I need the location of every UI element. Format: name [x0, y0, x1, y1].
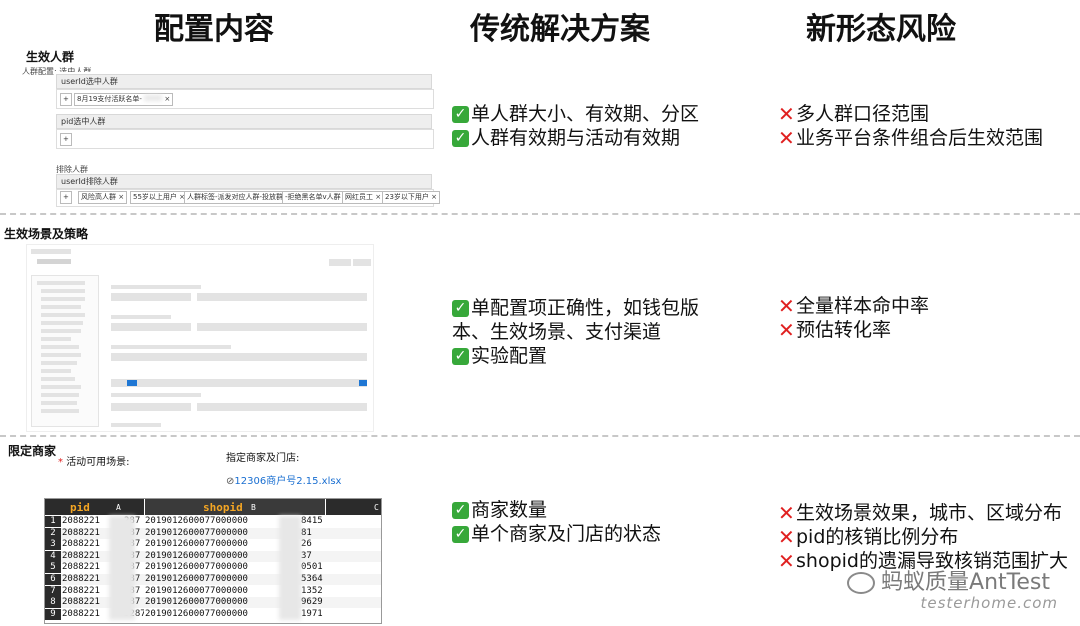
add-exclude-button[interactable]: +	[60, 191, 72, 204]
list-item: ✕ 全量样本命中率	[778, 294, 930, 318]
wechat-icon	[847, 572, 876, 594]
cross-icon: ✕	[778, 318, 795, 342]
check-icon: ✓	[452, 299, 469, 317]
table-row: 5208822128720190126000770000000501	[45, 562, 381, 574]
list-item: ✓ 人群有效期与活动有效期	[452, 126, 699, 150]
table-row: 22088221287201901260007700000081	[45, 527, 381, 539]
header-new-risk: 新形态风险	[806, 12, 956, 47]
row-number: 1	[45, 516, 61, 527]
watermark-site: testerhome.com	[920, 594, 1058, 612]
pid-select-box[interactable]	[56, 129, 434, 149]
cross-icon: ✕	[778, 501, 795, 525]
sheet-col-c-header: C	[326, 499, 381, 515]
cross-icon: ✕	[778, 126, 795, 150]
section3-risk-list: ✕ 生效场景效果，城市、区域分布 ✕ pid的核销比例分布 ✕ shopid的遗漏导致…	[778, 501, 1068, 573]
merchant-spreadsheet: pid A shopid B C 12088221287201901260007…	[44, 498, 382, 624]
section1-title: 生效人群	[26, 50, 75, 64]
cross-icon: ✕	[778, 549, 795, 573]
row-number: 2	[45, 527, 61, 539]
check-icon: ✓	[452, 501, 469, 519]
redaction-a	[109, 516, 135, 620]
list-item: 本、生效场景、支付渠道	[452, 321, 662, 343]
section3-title: 限定商家	[8, 444, 57, 458]
userid-tag-redacted	[144, 95, 163, 101]
table-row: 7208822128720190126000770000001352	[45, 585, 381, 597]
row-number: 9	[45, 608, 61, 620]
section2-risk-list: ✕ 全量样本命中率 ✕ 预估转化率	[778, 294, 929, 342]
exclude-tag-3[interactable]: 人群标签-派发对应人群-投放群 ×	[184, 191, 295, 204]
row-number: 8	[45, 597, 61, 609]
list-item: ✕ 预估转化率	[778, 318, 892, 342]
check-icon: ✓	[452, 525, 469, 543]
merchant-file-link[interactable]: ⊘12306商户号2.15.xlsx	[226, 472, 341, 487]
userid-tag-close-icon[interactable]: ×	[164, 95, 170, 103]
sheet-col-a-header: pid A	[62, 499, 144, 515]
section1-risk-list: ✕ 多人群口径范围 ✕ 业务平台条件组合后生效范围	[778, 102, 1043, 150]
userid-exclude-bar: userId排除人群	[56, 174, 432, 189]
row-number: 5	[45, 562, 61, 574]
cross-icon: ✕	[778, 525, 795, 549]
row-number: 6	[45, 574, 61, 585]
section2-traditional-list: ✓ 单配置项正确性，如钱包版 本、生效场景、支付渠道 ✓ 实验配置	[452, 296, 699, 368]
exclude-tag-2[interactable]: 55岁以上用户 ×	[130, 191, 188, 204]
scene-row: * 活动可用场景:	[58, 453, 130, 468]
header-config: 配置内容	[154, 12, 274, 47]
exclude-tag-6[interactable]: 23岁以下用户 ×	[382, 191, 440, 204]
redaction-b	[279, 516, 301, 620]
divider-2	[0, 435, 1080, 437]
list-item: ✓ 单个商家及门店的状态	[452, 522, 661, 546]
list-item: ✕ 生效场景效果，城市、区域分布	[778, 501, 1063, 525]
pid-select-bar: pid选中人群	[56, 114, 432, 129]
required-mark: *	[58, 457, 63, 468]
merchant-file-name: 12306商户号2.15.xlsx	[234, 476, 342, 487]
section2-title: 生效场景及策略	[4, 227, 89, 241]
sheet-col-b-header: shopid B	[145, 499, 325, 515]
strategy-config-screenshot	[26, 244, 374, 432]
userid-tag-label: 8月19支付活跃名单-	[77, 95, 142, 103]
scene-label: 活动可用场景:	[66, 457, 130, 468]
section1-traditional-list: ✓ 单人群大小、有效期、分区 ✓ 人群有效期与活动有效期	[452, 102, 699, 150]
table-row: 42088221287201901260007700000037	[45, 550, 381, 562]
table-row: 8208822128720190126000770000009629	[45, 597, 381, 609]
userid-tag[interactable]: 8月19支付活跃名单- ×	[74, 93, 174, 106]
list-item: ✓ 商家数量	[452, 498, 661, 522]
list-item: ✓ 单配置项正确性，如钱包版	[452, 296, 699, 320]
cross-icon: ✕	[778, 294, 795, 318]
list-item: ✓ 实验配置	[452, 344, 699, 368]
section3-traditional-list: ✓ 商家数量 ✓ 单个商家及门店的状态	[452, 498, 661, 546]
table-row: 32088221287201901260007700000026	[45, 539, 381, 551]
divider-1	[0, 213, 1080, 215]
list-item: ✕ 业务平台条件组合后生效范围	[778, 126, 1044, 150]
crowd-config-label: 人群配置:	[22, 67, 57, 76]
row-number: 4	[45, 550, 61, 562]
list-item: ✕ pid的核销比例分布	[778, 525, 959, 549]
check-icon: ✓	[452, 105, 469, 123]
exclude-tag-1[interactable]: 风险高人群 ×	[78, 191, 128, 204]
row-number: 3	[45, 539, 61, 551]
cross-icon: ✕	[778, 102, 795, 126]
merchant-label: 指定商家及门店:	[226, 453, 300, 464]
check-icon: ✓	[452, 347, 469, 365]
exclude-tag-5[interactable]: 网红员工 ×	[342, 191, 385, 204]
check-icon: ✓	[452, 129, 469, 147]
row-number: 7	[45, 585, 61, 597]
table-row: 1208822128720190126000770000008415	[45, 516, 381, 527]
add-userid-button[interactable]: +	[60, 93, 72, 106]
table-row: 6208822128720190126000770000005364	[45, 574, 381, 585]
userid-select-bar: userId选中人群	[56, 74, 432, 89]
header-traditional: 传统解决方案	[470, 12, 650, 47]
list-item: ✕ 多人群口径范围	[778, 102, 930, 126]
list-item: ✓ 单人群大小、有效期、分区	[452, 102, 699, 126]
sheet-corner	[45, 499, 62, 515]
table-row: 92088221328720190126000770000001971	[45, 608, 381, 620]
watermark-brand: 蚂蚁质量AntTest	[847, 564, 1050, 596]
add-pid-button[interactable]: +	[60, 133, 72, 146]
